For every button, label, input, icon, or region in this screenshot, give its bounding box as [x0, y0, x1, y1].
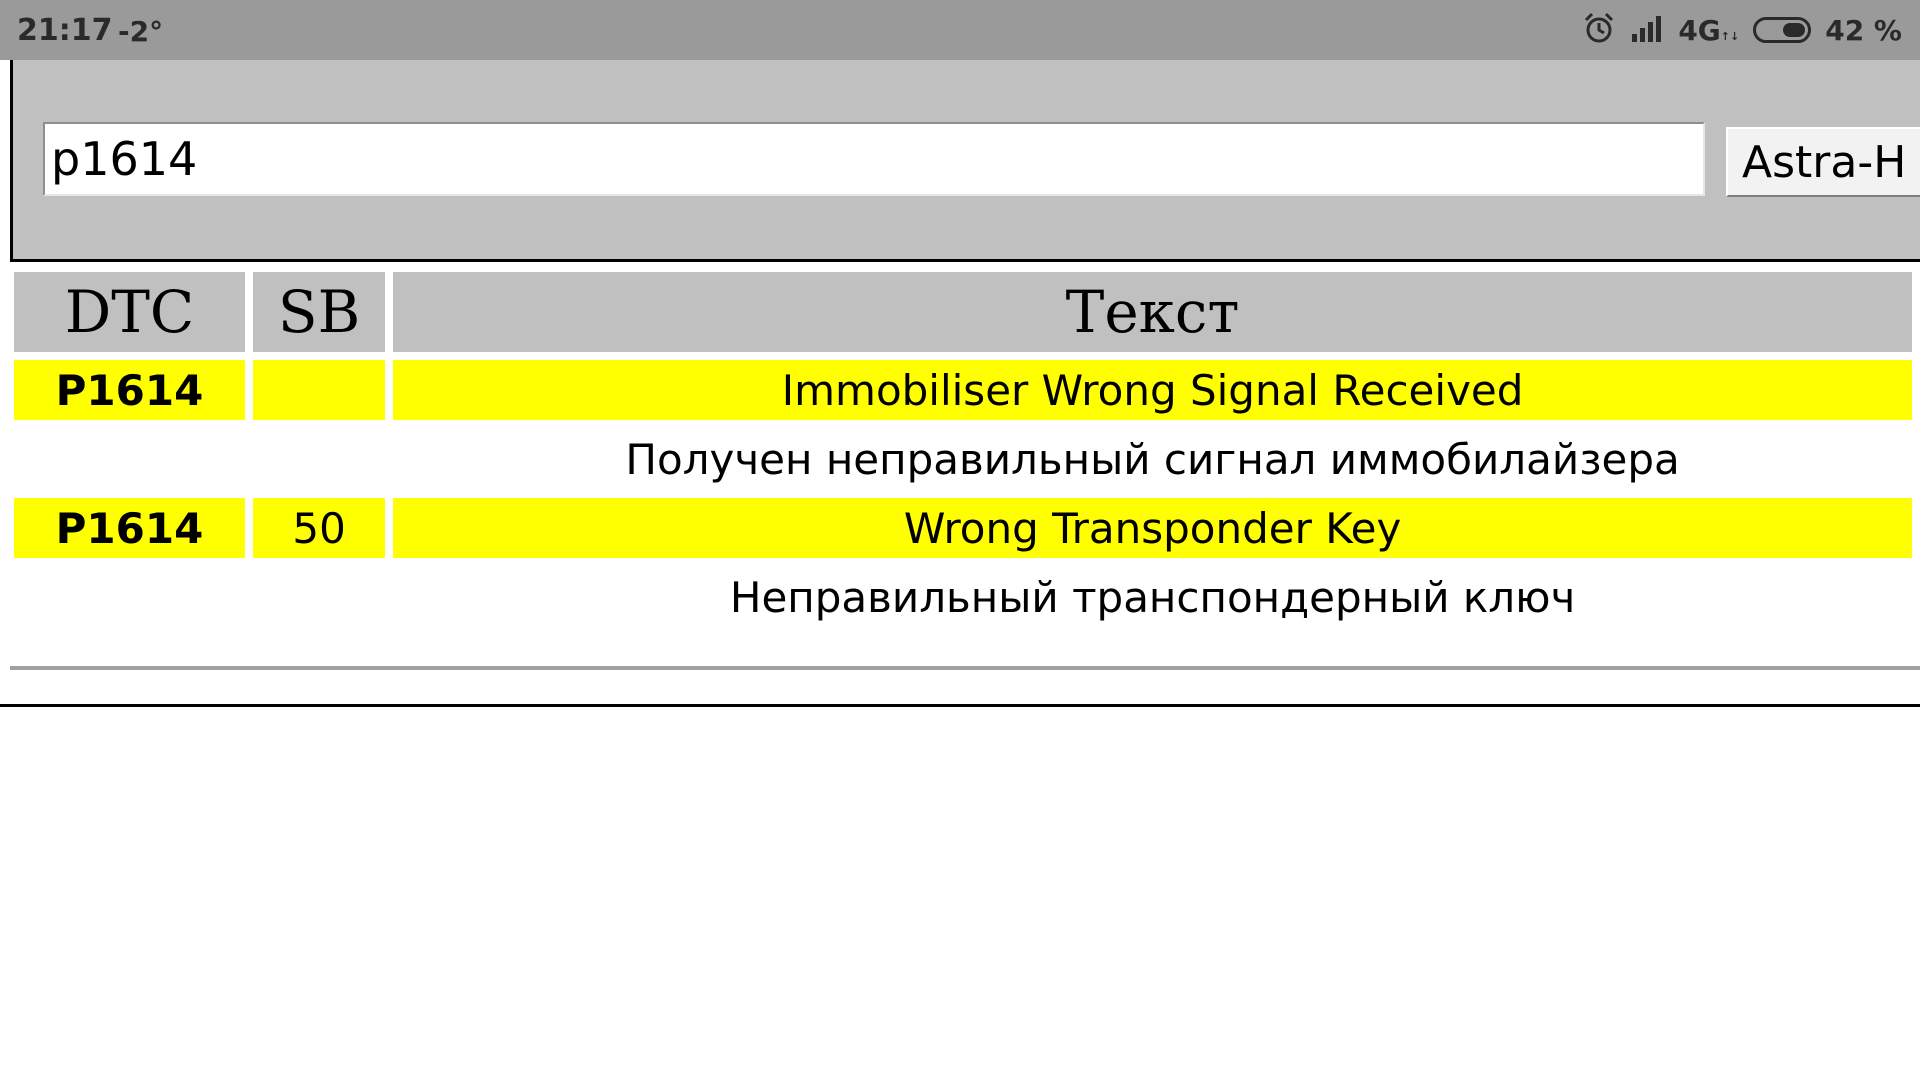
table-header-row: DTC SB Текст: [14, 272, 1912, 352]
alarm-icon: [1582, 11, 1616, 49]
search-input[interactable]: [43, 122, 1705, 196]
table-row-translation: Получен неправильный сигнал иммобилайзер…: [14, 428, 1912, 490]
table-row: P1614 Immobiliser Wrong Signal Received: [14, 360, 1912, 420]
status-time: 21:17: [17, 13, 113, 48]
results-divider: [10, 666, 1920, 670]
empty-cell: [14, 566, 245, 628]
description-en: Wrong Transponder Key: [393, 498, 1912, 558]
table-row: P1614 50 Wrong Transponder Key: [14, 498, 1912, 558]
dtc-code: P1614: [14, 498, 245, 558]
empty-cell: [253, 428, 385, 490]
description-ru: Неправильный транспондерный ключ: [729, 572, 1576, 622]
search-panel: Astra-H: [10, 60, 1920, 262]
table-row-translation: Неправильный транспондерный ключ: [14, 566, 1912, 628]
header-text: Текст: [393, 272, 1912, 352]
status-icons: 4G↑↓ 42 %: [1568, 0, 1902, 60]
status-bar: 21:17 -2° 4G↑↓ 42 %: [0, 0, 1920, 60]
page-divider: [0, 704, 1920, 707]
description-en: Immobiliser Wrong Signal Received: [393, 360, 1912, 420]
battery-fill: [1783, 23, 1806, 37]
battery-icon: [1753, 17, 1812, 43]
sb-code: 50: [252, 498, 386, 558]
dtc-code: P1614: [14, 360, 245, 420]
sb-code: [252, 360, 386, 420]
description-ru: Получен неправильный сигнал иммобилайзер…: [625, 434, 1680, 484]
model-select-button[interactable]: Astra-H: [1726, 127, 1920, 197]
signal-icon: [1630, 14, 1664, 46]
network-activity: ↑↓: [1720, 29, 1740, 43]
dtc-table: DTC SB Текст P1614 Immobiliser Wrong Sig…: [6, 264, 1920, 636]
header-dtc: DTC: [14, 272, 245, 352]
network-type: 4G↑↓: [1678, 14, 1739, 47]
battery-percent: 42 %: [1825, 13, 1902, 47]
network-label: 4G: [1678, 13, 1721, 47]
header-sb: SB: [252, 272, 386, 352]
empty-cell: [253, 566, 385, 628]
empty-cell: [14, 428, 245, 490]
status-temperature: -2°: [118, 15, 164, 48]
